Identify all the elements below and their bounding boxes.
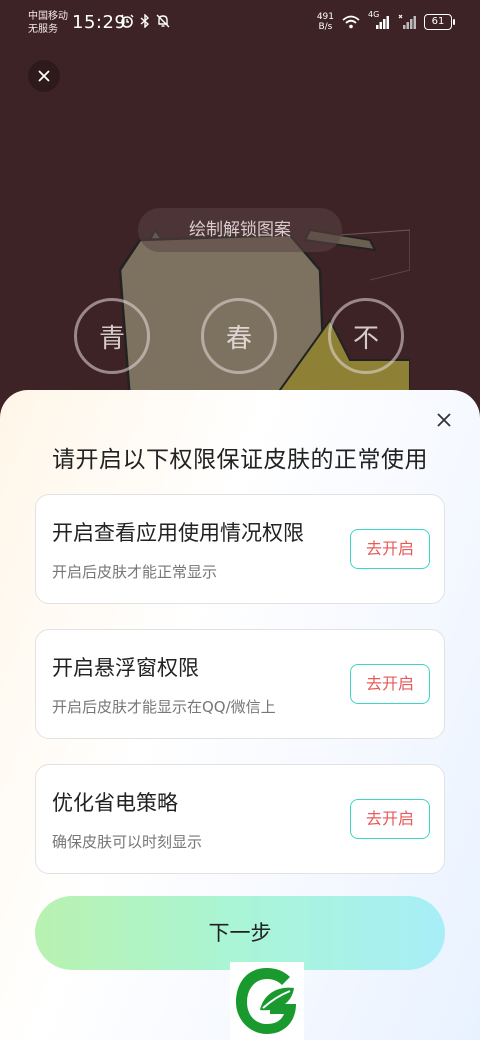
preview-close-button[interactable]	[28, 60, 60, 92]
permission-card-usage: 开启查看应用使用情况权限 开启后皮肤才能正常显示 去开启	[35, 494, 445, 604]
sheet-title: 请开启以下权限保证皮肤的正常使用	[52, 447, 428, 473]
net-speed-unit: B/s	[318, 22, 333, 32]
permission-title: 开启悬浮窗权限	[52, 656, 199, 680]
status-bar: 中国移动 无服务 15:29 491 B/s 4G 61	[0, 0, 480, 44]
pattern-node[interactable]: 不	[328, 298, 404, 374]
status-icons-left	[120, 14, 170, 28]
permission-sheet: 请开启以下权限保证皮肤的正常使用 开启查看应用使用情况权限 开启后皮肤才能正常显…	[0, 390, 480, 1040]
carrier-info: 中国移动 无服务	[28, 10, 68, 36]
permission-title: 优化省电策略	[52, 791, 178, 815]
unlock-hint: 绘制解锁图案	[138, 208, 342, 252]
enable-usage-button[interactable]: 去开启	[350, 529, 430, 569]
enable-battery-button[interactable]: 去开启	[350, 799, 430, 839]
close-icon	[38, 70, 50, 82]
sheet-close-button[interactable]	[430, 406, 458, 434]
mute-icon	[156, 14, 170, 28]
permission-subtitle: 开启后皮肤才能显示在QQ/微信上	[52, 698, 276, 716]
clock: 15:29	[72, 12, 127, 33]
signal-icon	[398, 14, 416, 29]
net-speed: 491 B/s	[317, 12, 334, 32]
net-speed-value: 491	[316, 12, 334, 22]
app-logo	[230, 962, 304, 1040]
wifi-icon	[342, 15, 360, 29]
permission-title: 开启查看应用使用情况权限	[52, 521, 304, 545]
next-step-button[interactable]: 下一步	[35, 896, 445, 970]
pattern-node[interactable]: 青	[74, 298, 150, 374]
screen: 中国移动 无服务 15:29 491 B/s 4G 61 绘制解锁图案 青 春 …	[0, 0, 480, 1040]
alarm-icon	[120, 14, 134, 28]
status-icons-right: 491 B/s 4G 61	[317, 10, 455, 32]
pattern-node[interactable]: 春	[201, 298, 277, 374]
permission-card-battery: 优化省电策略 确保皮肤可以时刻显示 去开启	[35, 764, 445, 874]
close-icon	[437, 413, 451, 427]
carrier-name: 中国移动	[28, 11, 68, 22]
permission-subtitle: 开启后皮肤才能正常显示	[52, 563, 218, 581]
app-logo-icon	[236, 968, 296, 1034]
battery-indicator: 61	[424, 14, 455, 30]
carrier-service: 无服务	[28, 24, 58, 35]
permission-subtitle: 确保皮肤可以时刻显示	[52, 833, 203, 851]
enable-overlay-button[interactable]: 去开启	[350, 664, 430, 704]
permission-card-overlay: 开启悬浮窗权限 开启后皮肤才能显示在QQ/微信上 去开启	[35, 629, 445, 739]
bluetooth-icon	[140, 14, 150, 28]
signal-icon: 4G	[368, 10, 390, 30]
